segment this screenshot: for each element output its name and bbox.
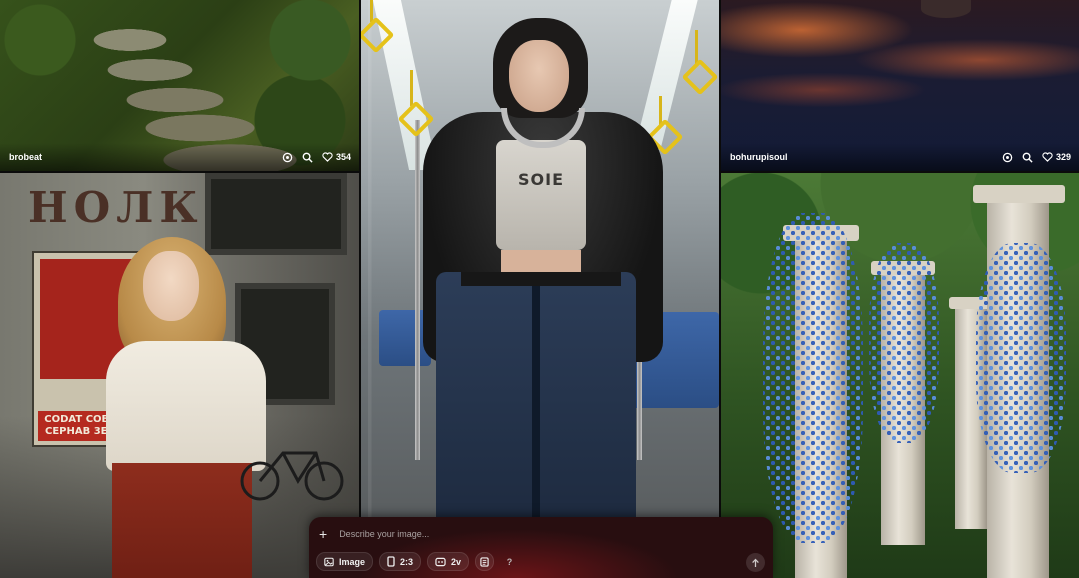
- remix-icon[interactable]: [1002, 152, 1013, 163]
- graphic-tee: SOIE: [496, 140, 586, 250]
- author-name[interactable]: bohurupisoul: [730, 152, 788, 162]
- heart-icon: [322, 152, 333, 162]
- wisteria-vine: [869, 243, 939, 443]
- gallery-tile-subway-girl[interactable]: SOIE: [361, 0, 719, 518]
- gallery-tile-forest[interactable]: brobeat 354: [0, 0, 359, 171]
- tile-actions: 329: [1002, 152, 1071, 163]
- belt: [461, 272, 621, 286]
- tile-actions: 354: [282, 152, 351, 163]
- wisteria-vine: [763, 213, 863, 543]
- wisteria-vine: [976, 243, 1066, 473]
- search-icon[interactable]: [302, 152, 313, 163]
- column-capital: [973, 185, 1065, 203]
- style-button[interactable]: [475, 552, 495, 571]
- help-button[interactable]: ?: [500, 552, 519, 571]
- prompt-bar: + Image 2:3 2v ?: [309, 517, 773, 578]
- image-icon: [324, 557, 334, 566]
- tile-footer: brobeat 354: [0, 143, 359, 171]
- like-button[interactable]: 354: [322, 152, 351, 162]
- aspect-ratio-button[interactable]: 2:3: [379, 552, 422, 571]
- tile-footer: bohurupisoul 329: [721, 143, 1079, 171]
- gallery-tile-soviet-girl[interactable]: НОЛК CODAT COBECH CEPHAB 3EPOB: [0, 173, 359, 578]
- floating-rock: [921, 0, 971, 18]
- version-label: 2v: [451, 556, 462, 567]
- send-button[interactable]: [746, 553, 765, 572]
- girl-skirt: [112, 463, 252, 578]
- author-name[interactable]: brobeat: [9, 152, 42, 162]
- mode-button[interactable]: Image: [316, 552, 374, 571]
- window: [205, 173, 347, 255]
- remix-icon[interactable]: [282, 152, 293, 163]
- like-button[interactable]: 329: [1042, 152, 1071, 162]
- model-icon: [435, 557, 446, 566]
- style-icon: [480, 556, 489, 567]
- arrow-up-icon: [752, 558, 759, 567]
- gallery-tile-wisteria-columns[interactable]: [721, 173, 1079, 578]
- prompt-input[interactable]: [337, 528, 722, 540]
- heart-icon: [1042, 152, 1053, 162]
- bicycle: [240, 451, 344, 501]
- gallery-tile-sunset-sky[interactable]: bohurupisoul 329: [721, 0, 1079, 171]
- like-count: 354: [335, 152, 351, 162]
- plus-icon[interactable]: +: [319, 527, 327, 541]
- prompt-options: Image 2:3 2v ?: [316, 552, 519, 571]
- tee-print: SOIE: [517, 170, 564, 189]
- person-face: [509, 40, 569, 112]
- help-label: ?: [506, 556, 513, 567]
- prompt-row: +: [319, 527, 722, 541]
- aspect-ratio-icon: [387, 556, 395, 567]
- girl-face: [143, 251, 199, 321]
- like-count: 329: [1055, 152, 1071, 162]
- handrail-pole: [415, 120, 420, 460]
- aspect-ratio-label: 2:3: [400, 556, 414, 567]
- search-icon[interactable]: [1022, 152, 1033, 163]
- mode-label: Image: [339, 556, 366, 567]
- version-button[interactable]: 2v: [427, 552, 470, 571]
- cargo-jeans: [436, 272, 636, 518]
- wall-sign: НОЛК: [28, 183, 204, 232]
